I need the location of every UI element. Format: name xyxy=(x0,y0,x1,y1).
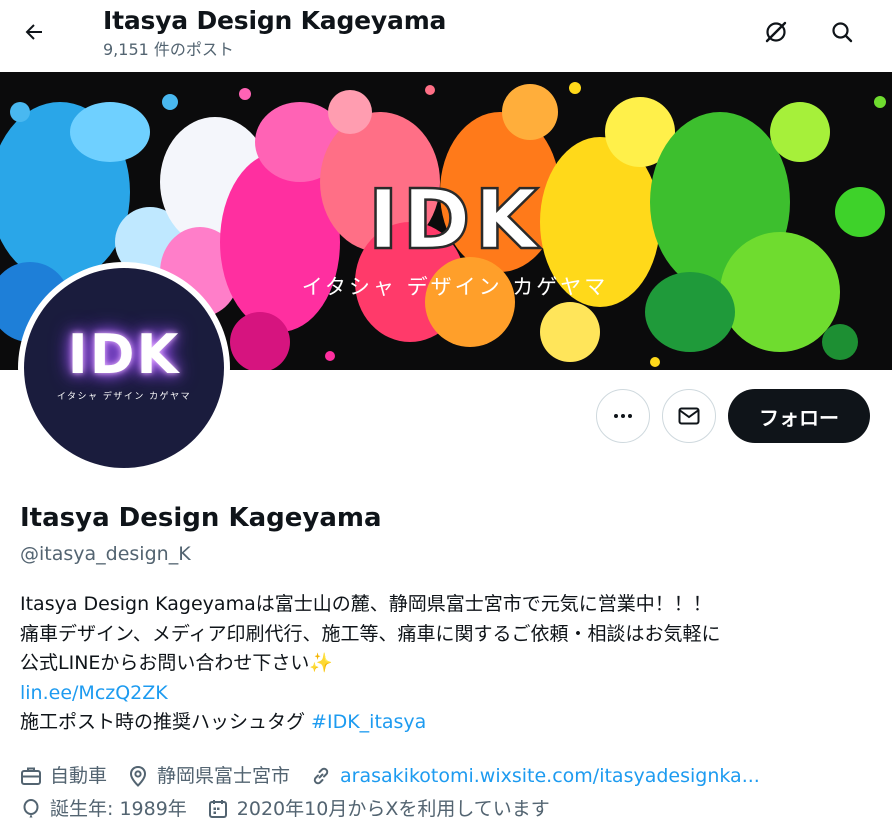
header-title-block: Itasya Design Kageyama 9,151 件のポスト xyxy=(103,4,446,61)
joined-text: 2020年10月からXを利用しています xyxy=(236,798,550,820)
header-title: Itasya Design Kageyama xyxy=(103,6,447,35)
bio-line: 施工ポスト時の推奨ハッシュタグ #IDK_itasya xyxy=(20,708,880,738)
profile-meta-row: 自動車 静岡県富士宮市 arasakikotomi.wixsite.com/it… xyxy=(20,762,880,790)
sparkle-emoji: ✨ xyxy=(309,652,334,674)
link-icon xyxy=(313,767,329,785)
bio-line: lin.ee/MczQ2ZK xyxy=(20,679,880,709)
birthday-text: 誕生年: 1989年 xyxy=(50,798,187,820)
back-arrow-icon xyxy=(25,24,42,40)
bio-text: 公式LINEからお問い合わせ下さい xyxy=(20,652,310,674)
message-button[interactable] xyxy=(662,389,716,443)
svg-text:IDK: IDK xyxy=(368,173,542,268)
calendar-icon xyxy=(208,800,227,818)
balloon-icon xyxy=(23,799,39,818)
category-item: 自動車 xyxy=(20,762,107,790)
briefcase-icon xyxy=(21,767,41,785)
location-item: 静岡県富士宮市 xyxy=(127,762,290,790)
banner-subtitle: イタシャ デザイン カゲヤマ xyxy=(302,275,609,299)
location-text: 静岡県富士宮市 xyxy=(157,765,291,787)
more-icon xyxy=(614,414,632,418)
search-icon xyxy=(832,22,853,43)
post-count: 9,151 件のポスト xyxy=(103,40,234,59)
avatar-subtitle: イタシャ デザイン カゲヤマ xyxy=(56,391,192,402)
avatar-logo: IDK xyxy=(67,322,181,386)
back-button[interactable] xyxy=(14,12,54,52)
profile-meta-row: 誕生年: 1989年 2020年10月からXを利用しています xyxy=(20,795,880,823)
hashtag-link[interactable]: #IDK_itasya xyxy=(311,711,426,733)
mail-icon xyxy=(678,407,700,425)
bio-link[interactable]: lin.ee/MczQ2ZK xyxy=(20,682,168,704)
website-item: arasakikotomi.wixsite.com/itasyadesignka… xyxy=(310,762,760,790)
follow-button[interactable]: フォロー xyxy=(728,389,870,443)
grok-button[interactable] xyxy=(756,12,796,52)
profile-bio: Itasya Design Kageyamaは富士山の麓、静岡県富士宮市で元気に… xyxy=(20,590,880,738)
bio-text: 施工ポスト時の推奨ハッシュタグ xyxy=(20,711,312,733)
category-text: 自動車 xyxy=(50,765,108,787)
search-button[interactable] xyxy=(822,12,862,52)
avatar-image: IDK イタシャ デザイン カゲヤマ xyxy=(24,268,224,468)
bio-line: 痛車デザイン、メディア印刷代行、施工等、痛車に関するご依頼・相談はお気軽に xyxy=(20,622,721,645)
display-name: Itasya Design Kageyama xyxy=(20,503,382,533)
birthday-item: 誕生年: 1989年 xyxy=(20,795,187,823)
grok-icon xyxy=(765,21,787,43)
location-pin-icon xyxy=(130,765,147,787)
bio-line: Itasya Design Kageyamaは富士山の麓、静岡県富士宮市で元気に… xyxy=(20,593,712,615)
banner-logo: IDK xyxy=(367,172,542,270)
avatar[interactable]: IDK イタシャ デザイン カゲヤマ xyxy=(18,262,230,474)
user-handle: @itasya_design_K xyxy=(20,543,191,565)
joined-item: 2020年10月からXを利用しています xyxy=(207,795,550,823)
more-button[interactable] xyxy=(596,389,650,443)
bio-line: 公式LINEからお問い合わせ下さい✨ xyxy=(20,649,880,679)
website-link[interactable]: arasakikotomi.wixsite.com/itasyadesignka… xyxy=(340,762,760,790)
profile-header: Itasya Design Kageyama 9,151 件のポスト xyxy=(0,0,892,72)
